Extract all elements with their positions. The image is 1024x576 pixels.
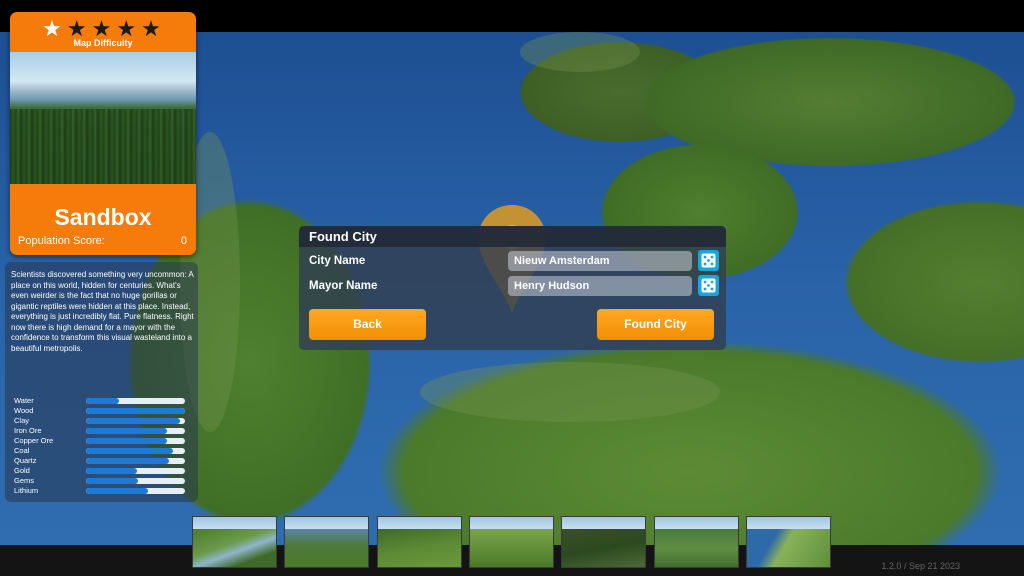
city-name-input[interactable] [508, 251, 692, 271]
resource-row: Copper Ore [14, 436, 194, 446]
resource-row: Gems [14, 476, 194, 486]
resource-row: Water [14, 396, 194, 406]
resource-bar-fill [86, 458, 170, 464]
resource-bar [86, 468, 185, 474]
dialog-header: Found City [299, 226, 726, 247]
resource-bar [86, 398, 185, 404]
resource-name: Gold [14, 466, 30, 475]
map-landmass [520, 32, 640, 72]
resource-name: Coal [14, 446, 30, 455]
map-thumbnail[interactable] [284, 516, 370, 568]
resource-name: Gems [14, 476, 35, 485]
resource-bar [86, 458, 185, 464]
resource-bar-fill [86, 468, 138, 474]
randomize-city-button[interactable] [698, 250, 719, 271]
map-thumbnail[interactable] [468, 516, 554, 568]
resource-row: Iron Ore [14, 426, 194, 436]
resource-bar [86, 418, 185, 424]
resource-row: Gold [14, 466, 194, 476]
map-preview-image [10, 52, 196, 184]
mayor-name-label: Mayor Name [309, 280, 378, 292]
map-title: Sandbox [54, 204, 152, 230]
map-thumbnail[interactable] [192, 516, 277, 568]
difficulty-label: Map Difficulty [73, 38, 133, 48]
dialog-title: Found City [309, 229, 377, 244]
dice-icon [701, 253, 716, 268]
resource-row: Clay [14, 416, 194, 426]
resource-bar [86, 488, 185, 494]
resource-name: Lithium [14, 486, 39, 495]
resource-bar-fill [86, 398, 119, 404]
population-label: Population Score: [18, 235, 105, 247]
randomize-mayor-button[interactable] [698, 275, 719, 296]
found-city-button[interactable]: Found City [597, 309, 714, 340]
resource-name: Water [14, 396, 34, 405]
resource-bar [86, 408, 185, 414]
resource-bar-fill [86, 478, 139, 484]
resource-bar-fill [86, 408, 185, 414]
resource-bar [86, 438, 185, 444]
resource-row: Lithium [14, 486, 194, 496]
resource-name: Clay [14, 416, 30, 425]
difficulty-stars: ★★★★★ [10, 18, 196, 40]
found-city-dialog: Found City City Name Mayor Name Back Fou… [299, 226, 726, 350]
map-thumbnail[interactable] [653, 516, 739, 568]
dice-icon [701, 278, 716, 293]
mayor-name-input[interactable] [508, 276, 692, 296]
resource-row: Wood [14, 406, 194, 416]
version-label: 1.2.0 / Sep 21 2023 [881, 561, 960, 571]
resource-bar-fill [86, 448, 174, 454]
resource-row: Quartz [14, 456, 194, 466]
resource-bar-fill [86, 488, 149, 494]
resource-bar-fill [86, 438, 168, 444]
map-description: Scientists discovered something very unc… [11, 270, 194, 353]
resource-name: Wood [14, 406, 34, 415]
map-thumbnail[interactable] [745, 516, 831, 568]
population-value: 0 [180, 235, 187, 247]
resource-bar [86, 428, 185, 434]
resource-bar-fill [86, 428, 168, 434]
map-landmass [420, 362, 720, 422]
map-thumbnail[interactable] [376, 516, 462, 568]
map-thumbnail[interactable] [561, 516, 647, 568]
back-button[interactable]: Back [309, 309, 426, 340]
resource-name: Iron Ore [14, 426, 42, 435]
resource-row: Coal [14, 446, 194, 456]
map-info-panel: Scientists discovered something very unc… [5, 262, 198, 502]
resource-bar [86, 478, 185, 484]
resource-bar [86, 448, 185, 454]
resource-list: Water Wood Clay Iron Ore Copper Ore Coal Quart… [14, 396, 194, 496]
resource-name: Quartz [14, 456, 37, 465]
city-name-label: City Name [309, 255, 366, 267]
map-card: ★★★★★ Map Difficulty Sandbox Population … [10, 12, 196, 255]
resource-name: Copper Ore [14, 436, 54, 445]
resource-bar-fill [86, 418, 181, 424]
